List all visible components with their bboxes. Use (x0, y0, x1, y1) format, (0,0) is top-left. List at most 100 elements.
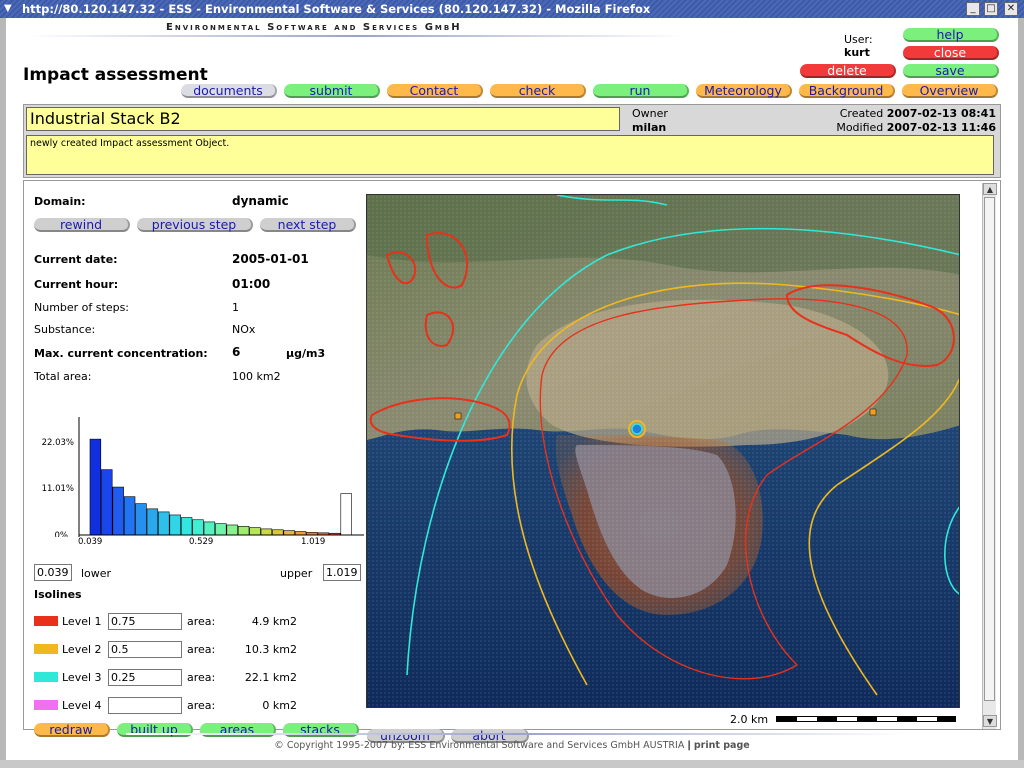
company-name: Environmental Software and Services GmbH (166, 22, 462, 33)
isolines-label: Isolines (34, 588, 82, 601)
vertical-scrollbar[interactable]: ▲ ▼ (982, 183, 997, 729)
window-frame-right (1018, 18, 1024, 768)
page-content: Environmental Software and Services GmbH… (6, 18, 1018, 760)
total-area-value: 100 km2 (232, 370, 281, 383)
histogram-bar (272, 529, 284, 536)
main-area: Domain: dynamic rewind previous step nex… (23, 180, 1001, 743)
contact-button[interactable]: Contact (387, 84, 483, 98)
save-button[interactable]: save (903, 64, 999, 78)
rewind-button[interactable]: rewind (34, 218, 130, 232)
user-label: User: (844, 33, 873, 46)
level-label: Level 4 (62, 699, 102, 712)
histogram-bar (192, 519, 204, 536)
max-conc-label: Max. current concentration: (34, 347, 208, 360)
lower-label: lower (81, 567, 112, 580)
source-marker-west[interactable] (454, 412, 462, 420)
level-value-input[interactable]: 0.5 (108, 641, 182, 658)
x-tick-label: 1.019 (301, 537, 326, 547)
level-area-value: 10.3 km2 (244, 643, 297, 656)
footer-rule (126, 733, 906, 735)
check-button[interactable]: check (490, 84, 586, 98)
level-value-input[interactable]: 0.25 (108, 669, 182, 686)
grid-overlay (367, 195, 959, 707)
upper-label: upper (280, 567, 313, 580)
object-header: Industrial Stack B2 Owner milan Created … (23, 104, 1001, 178)
level-area-value: 4.9 km2 (251, 615, 297, 628)
level-label: Level 2 (62, 643, 102, 656)
help-button[interactable]: help (903, 28, 999, 42)
owner-name: milan (632, 121, 667, 134)
level-area-label: area: (187, 699, 216, 712)
created-label: Created (839, 107, 884, 120)
substance-label: Substance: (34, 323, 96, 336)
print-page-link[interactable]: print page (694, 740, 750, 751)
max-conc-value: 6 (232, 345, 241, 359)
histogram-bar (260, 528, 273, 536)
current-hour-label: Current hour: (34, 278, 119, 291)
dispersion-map[interactable] (366, 194, 960, 708)
scroll-up-arrow-icon[interactable]: ▲ (983, 183, 997, 195)
scroll-down-arrow-icon[interactable]: ▼ (983, 715, 997, 727)
level-area-label: area: (187, 671, 216, 684)
histogram-bar (112, 486, 124, 536)
copyright-text: © Copyright 1995-2007 by: ESS Environmen… (274, 740, 685, 751)
upper-bound-input[interactable]: 1.019 (323, 564, 361, 581)
level-color-swatch (34, 700, 58, 710)
lower-bound-input[interactable]: 0.039 (34, 564, 72, 581)
modified-info: Modified 2007-02-13 11:46 (836, 121, 996, 134)
close-button[interactable]: close (903, 46, 999, 60)
x-tick-label: 0.529 (189, 537, 214, 547)
window-menu-icon[interactable]: ▼ (4, 3, 16, 15)
object-name-field[interactable]: Industrial Stack B2 (26, 107, 620, 131)
histogram-bar (203, 521, 216, 536)
page-title: Impact assessment (23, 65, 208, 85)
histogram-bar (180, 517, 193, 536)
current-date-value: 2005-01-01 (232, 252, 309, 266)
modified-label: Modified (836, 121, 884, 134)
status-bar (0, 760, 1024, 768)
scale-label: 2.0 km (730, 713, 769, 726)
object-description-field[interactable]: newly created Impact assessment Object. (26, 135, 994, 175)
minimize-button[interactable]: _ (966, 2, 980, 16)
y-tick-label: 11.01% (42, 484, 74, 494)
documents-button[interactable]: documents (181, 84, 277, 98)
meteorology-button[interactable]: Meteorology (696, 84, 792, 98)
overview-button[interactable]: Overview (902, 84, 998, 98)
histogram-bar (123, 496, 136, 536)
run-button[interactable]: run (593, 84, 689, 98)
scroll-thumb[interactable] (984, 197, 995, 701)
level-value-input[interactable]: 0.75 (108, 613, 182, 630)
next-step-button[interactable]: next step (260, 218, 356, 232)
num-steps-value: 1 (232, 301, 239, 314)
histogram-bar (146, 508, 159, 536)
user-name: kurt (844, 46, 870, 59)
footer: © Copyright 1995-2007 by: ESS Environmen… (6, 740, 1018, 751)
histogram-bar (89, 438, 102, 536)
previous-step-button[interactable]: previous step (137, 218, 253, 232)
created-value: 2007-02-13 08:41 (886, 107, 996, 120)
domain-value: dynamic (232, 194, 289, 208)
x-tick-label: 0.039 (78, 537, 103, 547)
substance-value: NOx (232, 323, 256, 336)
submit-button[interactable]: submit (284, 84, 380, 98)
histogram-bar (294, 531, 307, 536)
num-steps-label: Number of steps: (34, 301, 130, 314)
created-info: Created 2007-02-13 08:41 (840, 107, 996, 120)
delete-button[interactable]: delete (800, 64, 896, 78)
window-titlebar: ▼ http://80.120.147.32 - ESS - Environme… (0, 0, 1024, 18)
concentration-histogram: 22.03% 11.01% 0% (42, 417, 364, 537)
histogram-bar (249, 527, 261, 536)
histogram-bar (226, 524, 238, 536)
source-marker-east[interactable] (869, 408, 877, 416)
background-button[interactable]: Background (799, 84, 895, 98)
level-color-swatch (34, 644, 58, 654)
level-value-input[interactable] (108, 697, 182, 714)
close-window-button[interactable]: ✕ (1004, 2, 1018, 16)
map-canvas[interactable] (367, 195, 960, 708)
level-area-value: 0 km2 (262, 699, 297, 712)
histogram-bar (340, 493, 352, 536)
maximize-button[interactable]: □ (984, 2, 998, 16)
redraw-button[interactable]: redraw (34, 723, 110, 737)
level-area-label: area: (187, 615, 216, 628)
histogram-bar (135, 503, 147, 536)
